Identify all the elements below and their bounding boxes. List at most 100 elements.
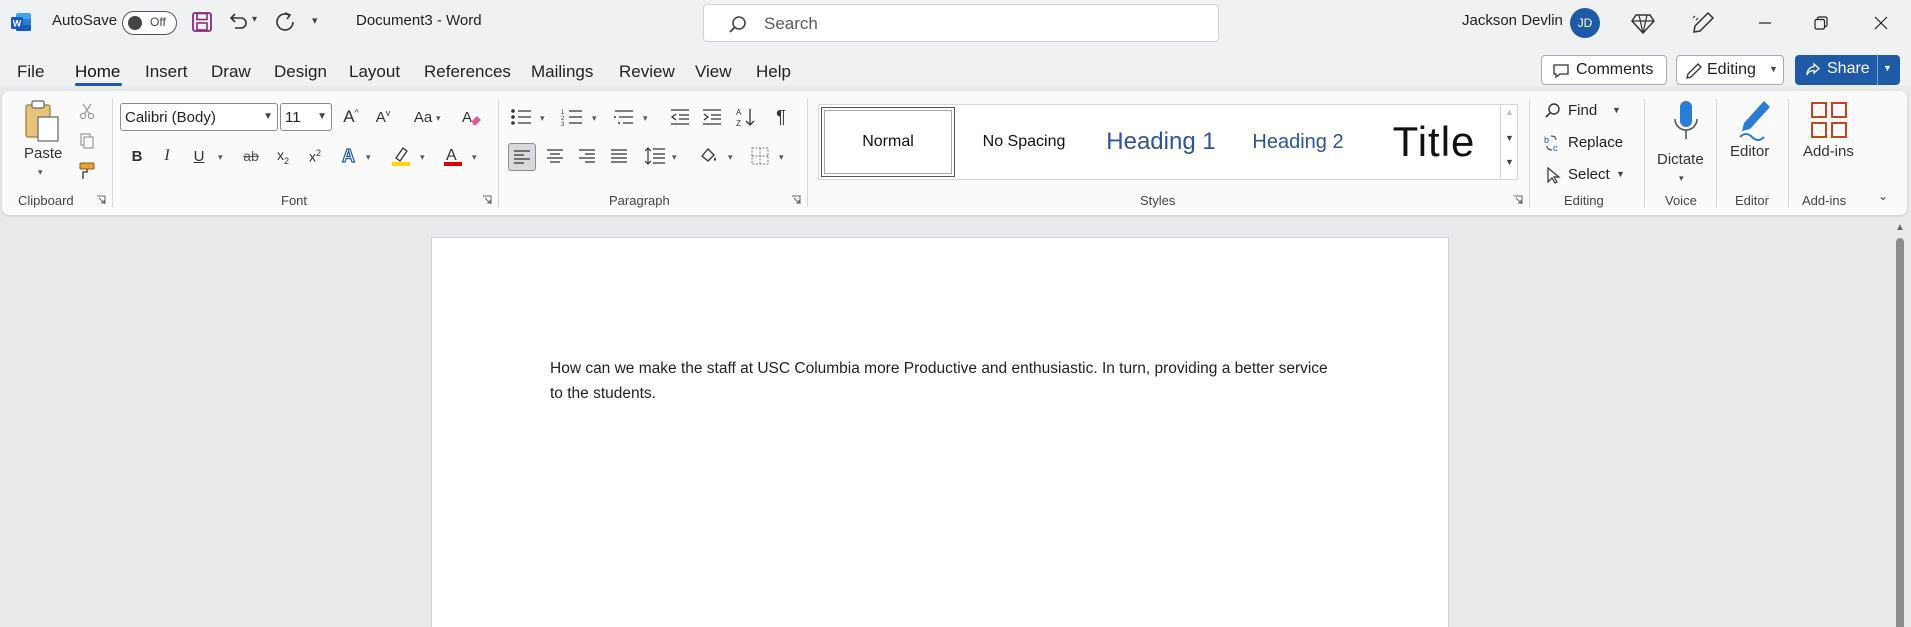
select-button[interactable]: Select ▼: [1542, 164, 1632, 188]
replace-button[interactable]: bc Replace: [1542, 132, 1632, 156]
tab-insert[interactable]: Insert: [145, 62, 188, 82]
copy-icon[interactable]: [74, 128, 100, 154]
tab-home[interactable]: Home: [75, 62, 120, 82]
line-spacing-dropdown-icon[interactable]: ▾: [672, 152, 677, 163]
style-heading-1[interactable]: Heading 1: [1093, 107, 1229, 177]
numbering-icon[interactable]: 123: [559, 104, 585, 130]
share-button[interactable]: Share ▼: [1795, 55, 1900, 85]
highlight-dropdown-icon[interactable]: ▾: [420, 152, 425, 163]
grow-font-icon[interactable]: A^: [338, 104, 364, 130]
scroll-up-arrow-icon[interactable]: ▲: [1895, 222, 1905, 233]
justify-button[interactable]: [606, 143, 632, 169]
styles-launcher-icon[interactable]: [1513, 195, 1523, 205]
save-icon[interactable]: [191, 11, 213, 33]
close-button[interactable]: [1864, 6, 1898, 40]
tab-review[interactable]: Review: [619, 62, 675, 82]
redo-icon[interactable]: [273, 10, 297, 34]
restore-button[interactable]: [1804, 6, 1838, 40]
minimize-button[interactable]: [1748, 6, 1782, 40]
borders-dropdown-icon[interactable]: ▾: [779, 152, 784, 163]
avatar[interactable]: JD: [1570, 8, 1600, 38]
tab-mailings[interactable]: Mailings: [531, 62, 593, 82]
show-formatting-marks-icon[interactable]: ¶: [768, 104, 794, 130]
add-ins-button[interactable]: Add-ins: [1798, 99, 1862, 160]
superscript-button[interactable]: x2: [302, 143, 328, 169]
designer-pen-icon[interactable]: [1690, 10, 1716, 36]
font-size-combo[interactable]: 11 ▼: [280, 103, 332, 131]
underline-button[interactable]: U: [186, 143, 212, 169]
tab-help[interactable]: Help: [756, 62, 791, 82]
bullets-icon[interactable]: [508, 104, 534, 130]
tab-file[interactable]: File: [17, 62, 44, 82]
dictate-button[interactable]: Dictate ▾: [1657, 99, 1715, 191]
tab-layout[interactable]: Layout: [349, 62, 400, 82]
undo-dropdown-icon[interactable]: ▾: [252, 14, 257, 25]
tab-draw[interactable]: Draw: [211, 62, 251, 82]
text-effects-dropdown-icon[interactable]: ▾: [366, 152, 371, 163]
tab-references[interactable]: References: [424, 62, 511, 82]
paragraph-launcher-icon[interactable]: [791, 195, 801, 205]
cut-icon[interactable]: [74, 98, 100, 124]
share-dropdown-icon[interactable]: ▼: [1883, 63, 1892, 73]
style-normal[interactable]: Normal: [821, 107, 955, 177]
clipboard-launcher-icon[interactable]: [96, 195, 106, 205]
paste-label[interactable]: Paste: [24, 145, 62, 162]
align-center-button[interactable]: [542, 143, 568, 169]
editor-button[interactable]: Editor: [1728, 99, 1780, 160]
style-no-spacing[interactable]: No Spacing: [957, 107, 1091, 177]
sort-icon[interactable]: AZ: [733, 104, 759, 130]
vertical-scrollbar[interactable]: ▲: [1894, 220, 1906, 627]
shading-icon[interactable]: [696, 143, 722, 169]
search-box[interactable]: Search: [703, 4, 1219, 42]
customize-toolbar-icon[interactable]: ▾: [312, 14, 318, 27]
shading-dropdown-icon[interactable]: ▾: [728, 152, 733, 163]
document-body-text[interactable]: How can we make the staff at USC Columbi…: [550, 356, 1330, 406]
styles-more-icon[interactable]: ▼: [1505, 157, 1514, 167]
scrollbar-thumb[interactable]: [1896, 238, 1904, 627]
comments-button[interactable]: Comments: [1541, 55, 1667, 85]
premium-diamond-icon[interactable]: [1630, 10, 1656, 36]
find-button[interactable]: Find ▼: [1542, 100, 1632, 124]
autosave-toggle[interactable]: Off: [122, 11, 177, 35]
numbering-dropdown-icon[interactable]: ▾: [592, 113, 597, 124]
paste-dropdown-icon[interactable]: ▾: [38, 167, 43, 178]
strikethrough-button[interactable]: ab: [238, 143, 264, 169]
borders-icon[interactable]: [747, 143, 773, 169]
scroll-up-icon[interactable]: ▲: [1505, 107, 1514, 117]
shrink-font-icon[interactable]: Av: [370, 104, 396, 130]
style-title[interactable]: Title: [1367, 107, 1501, 177]
document-page[interactable]: How can we make the staff at USC Columbi…: [431, 237, 1449, 627]
multilevel-dropdown-icon[interactable]: ▾: [643, 113, 648, 124]
line-spacing-icon[interactable]: [642, 143, 668, 169]
italic-button[interactable]: I: [154, 143, 180, 169]
change-case-icon[interactable]: Aa: [406, 104, 440, 130]
font-color-dropdown-icon[interactable]: ▾: [472, 152, 477, 163]
styles-scroll[interactable]: ▲ ▼ ▼: [1500, 104, 1518, 180]
font-color-icon[interactable]: A: [440, 143, 466, 169]
change-case-dropdown-icon[interactable]: ▾: [436, 113, 441, 124]
underline-dropdown-icon[interactable]: ▾: [218, 152, 223, 163]
font-launcher-icon[interactable]: [482, 195, 492, 205]
bold-button[interactable]: B: [124, 143, 150, 169]
tab-design[interactable]: Design: [274, 62, 327, 82]
multilevel-list-icon[interactable]: [611, 104, 637, 130]
decrease-indent-icon[interactable]: [667, 104, 693, 130]
undo-icon[interactable]: [226, 10, 250, 34]
highlight-color-icon[interactable]: [388, 143, 414, 169]
format-painter-icon[interactable]: [74, 158, 100, 184]
paste-icon[interactable]: [22, 99, 62, 147]
font-name-combo[interactable]: Calibri (Body) ▼: [120, 103, 278, 131]
style-heading-2[interactable]: Heading 2: [1231, 107, 1365, 177]
align-right-button[interactable]: [574, 143, 600, 169]
text-effects-icon[interactable]: A: [337, 143, 363, 169]
tab-view[interactable]: View: [695, 62, 732, 82]
user-name[interactable]: Jackson Devlin: [1462, 12, 1563, 29]
clear-formatting-icon[interactable]: A: [458, 104, 484, 130]
bullets-dropdown-icon[interactable]: ▾: [540, 113, 545, 124]
increase-indent-icon[interactable]: [699, 104, 725, 130]
scroll-down-icon[interactable]: ▼: [1505, 133, 1514, 143]
align-left-button[interactable]: [508, 143, 536, 171]
ribbon-collapse-icon[interactable]: ⌄: [1878, 189, 1888, 203]
editing-mode-button[interactable]: Editing ▼: [1676, 55, 1784, 85]
subscript-button[interactable]: x2: [270, 143, 296, 169]
